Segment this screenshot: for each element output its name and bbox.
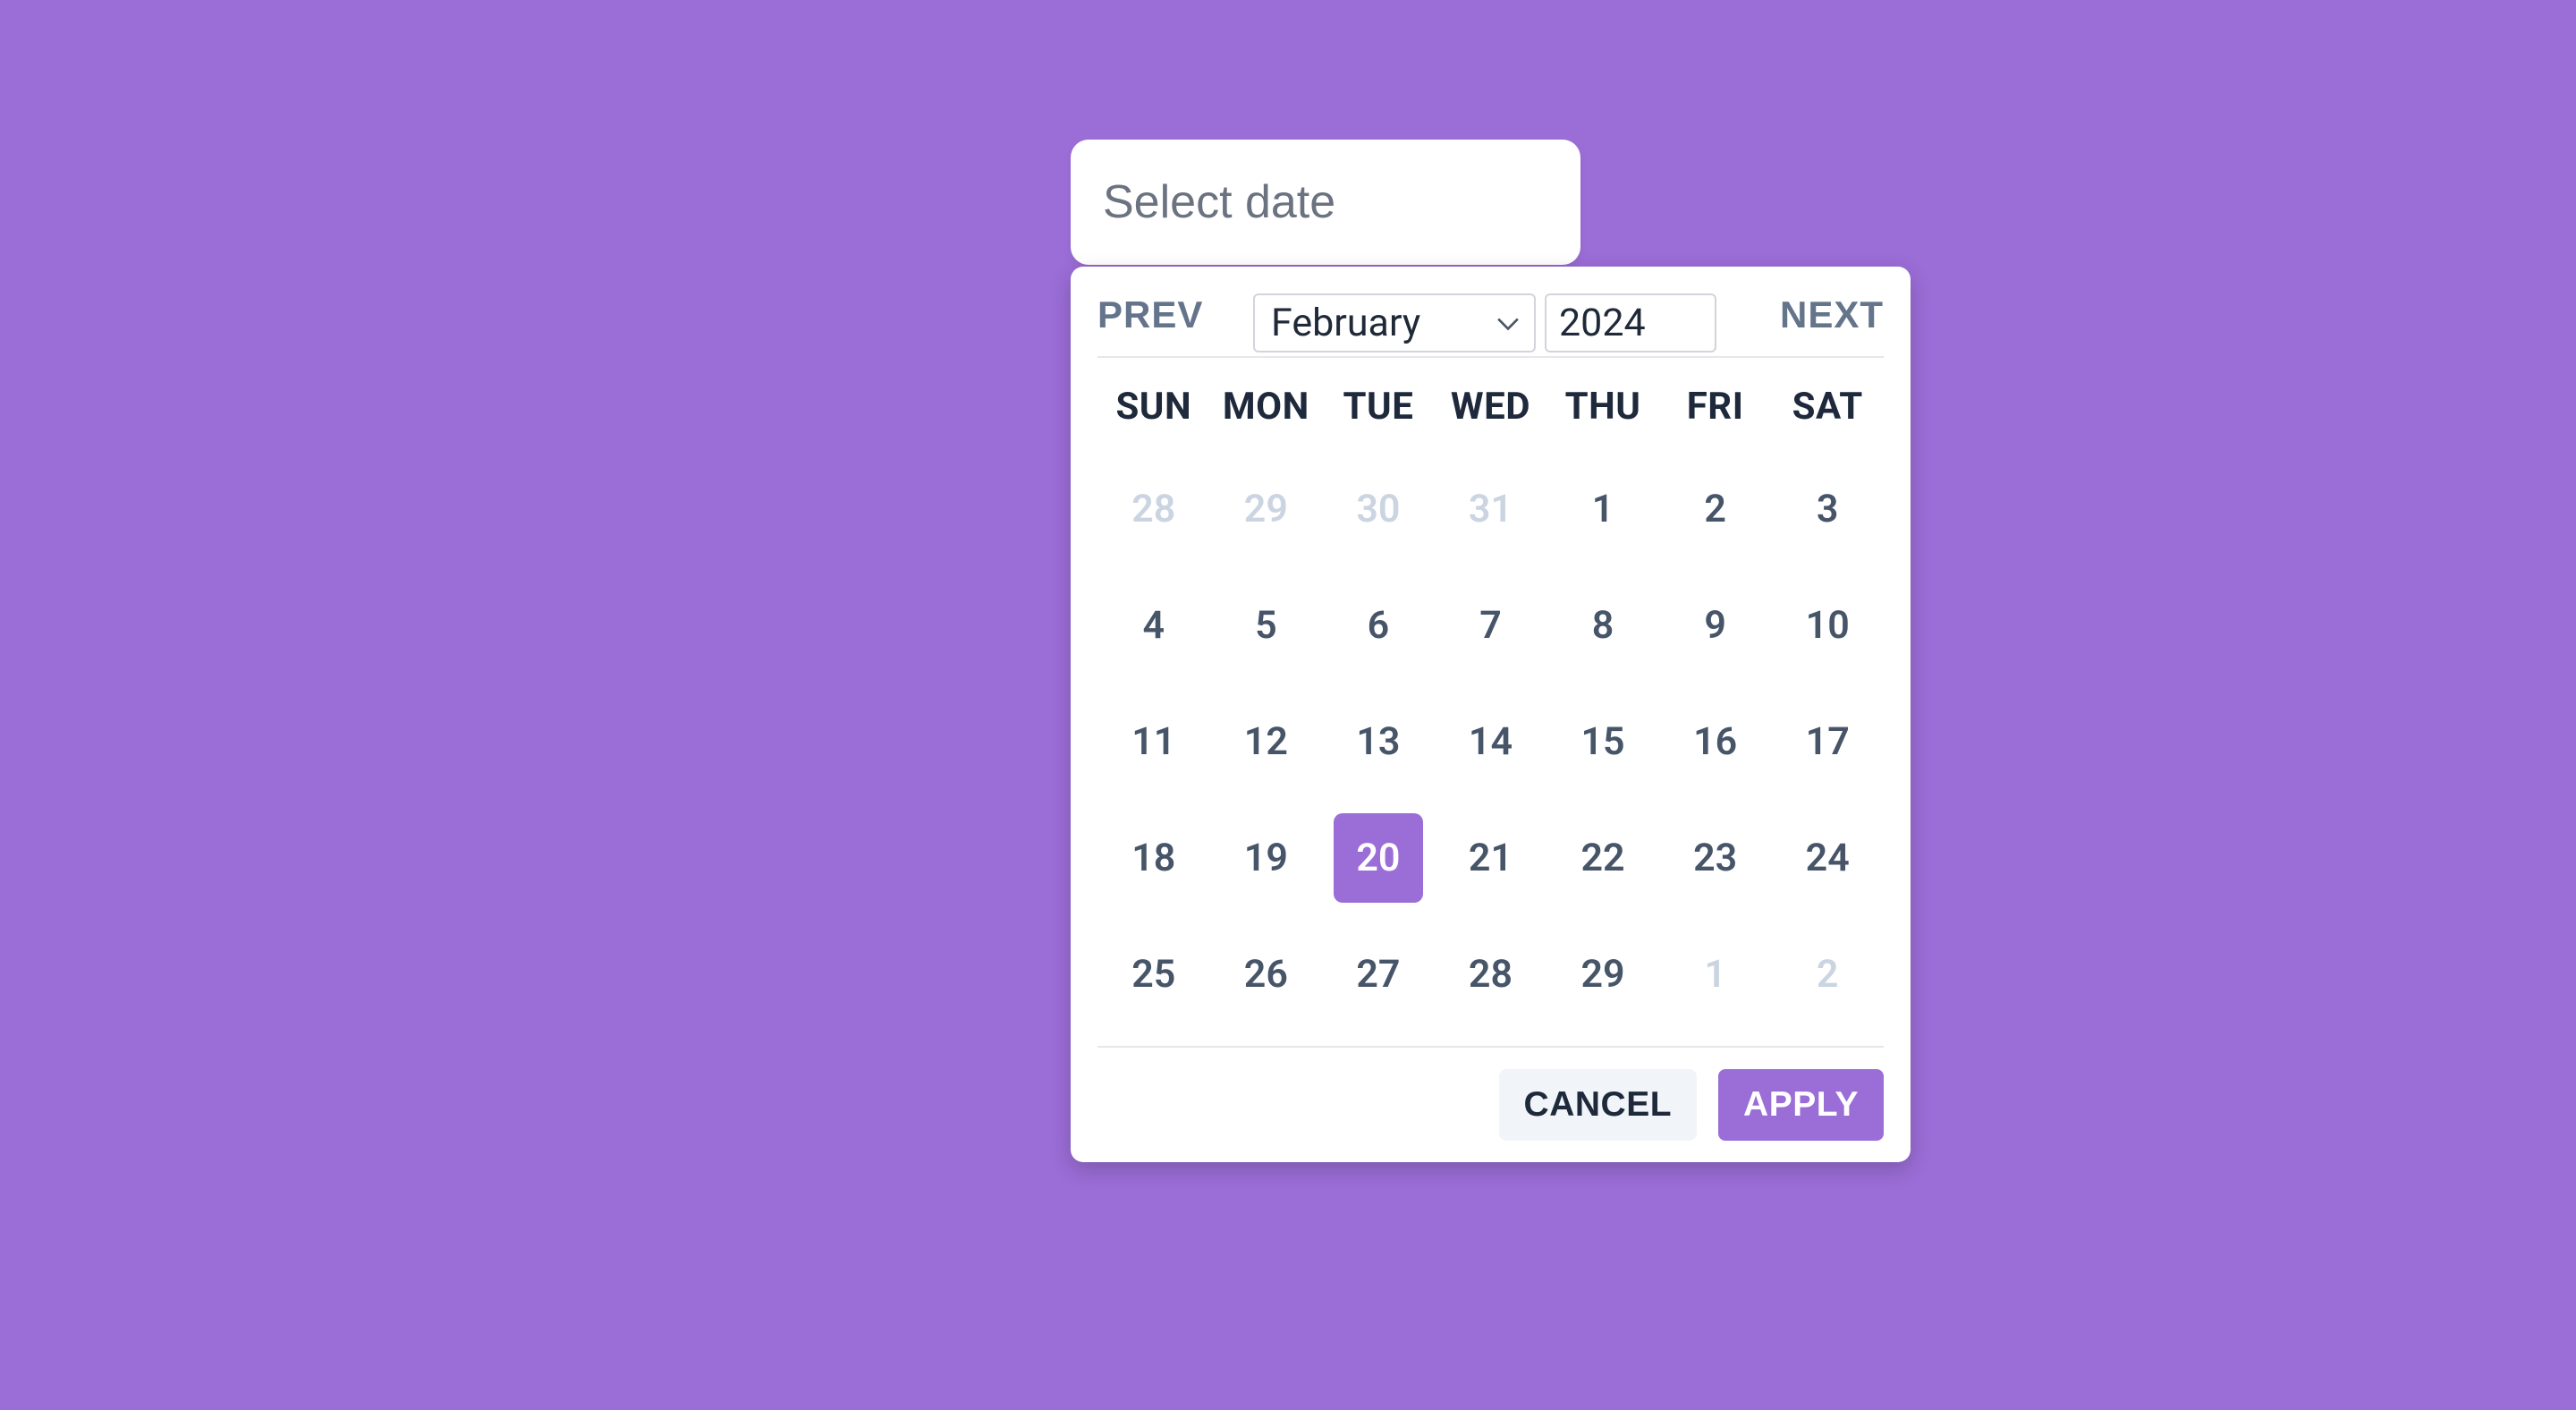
day-cell[interactable]: 25 bbox=[1097, 930, 1210, 1019]
day-number: 7 bbox=[1435, 581, 1547, 670]
day-cell[interactable]: 29 bbox=[1210, 464, 1323, 554]
day-cell[interactable]: 23 bbox=[1659, 813, 1772, 903]
weekday-fri: FRI bbox=[1659, 385, 1772, 429]
day-number: 8 bbox=[1546, 581, 1659, 670]
day-cell[interactable]: 28 bbox=[1435, 930, 1547, 1019]
day-cell[interactable]: 6 bbox=[1322, 581, 1435, 670]
day-cell[interactable]: 1 bbox=[1659, 930, 1772, 1019]
day-number: 3 bbox=[1771, 464, 1884, 554]
day-number: 23 bbox=[1659, 813, 1772, 903]
day-cell[interactable]: 9 bbox=[1659, 581, 1772, 670]
day-cell[interactable]: 20 bbox=[1322, 813, 1435, 903]
day-cell[interactable]: 16 bbox=[1659, 697, 1772, 786]
day-cell[interactable]: 26 bbox=[1210, 930, 1323, 1019]
day-number: 18 bbox=[1097, 813, 1210, 903]
day-cell[interactable]: 30 bbox=[1322, 464, 1435, 554]
day-cell[interactable]: 18 bbox=[1097, 813, 1210, 903]
day-cell[interactable]: 21 bbox=[1435, 813, 1547, 903]
day-cell[interactable]: 29 bbox=[1546, 930, 1659, 1019]
day-number: 6 bbox=[1322, 581, 1435, 670]
day-cell[interactable]: 1 bbox=[1546, 464, 1659, 554]
day-number: 10 bbox=[1771, 581, 1884, 670]
day-number: 27 bbox=[1322, 930, 1435, 1019]
day-number: 12 bbox=[1210, 697, 1323, 786]
weekday-thu: THU bbox=[1546, 385, 1659, 429]
month-select-wrapper: February bbox=[1253, 293, 1536, 352]
day-cell[interactable]: 2 bbox=[1659, 464, 1772, 554]
day-number: 25 bbox=[1097, 930, 1210, 1019]
day-number: 28 bbox=[1435, 930, 1547, 1019]
day-cell[interactable]: 4 bbox=[1097, 581, 1210, 670]
calendar-footer: CANCEL APPLY bbox=[1097, 1046, 1884, 1141]
day-cell[interactable]: 3 bbox=[1771, 464, 1884, 554]
day-number: 30 bbox=[1322, 464, 1435, 554]
day-number: 1 bbox=[1659, 930, 1772, 1019]
weekday-wed: WED bbox=[1435, 385, 1547, 429]
day-number: 4 bbox=[1097, 581, 1210, 670]
year-input[interactable] bbox=[1545, 293, 1716, 352]
date-input[interactable] bbox=[1071, 140, 1580, 265]
day-number: 17 bbox=[1771, 697, 1884, 786]
weekday-sun: SUN bbox=[1097, 385, 1210, 429]
day-cell[interactable]: 10 bbox=[1771, 581, 1884, 670]
month-year-group: February bbox=[1253, 293, 1716, 352]
day-cell[interactable]: 24 bbox=[1771, 813, 1884, 903]
day-cell[interactable]: 17 bbox=[1771, 697, 1884, 786]
day-number: 21 bbox=[1435, 813, 1547, 903]
day-number: 13 bbox=[1322, 697, 1435, 786]
day-number: 9 bbox=[1659, 581, 1772, 670]
calendar-header: PREV February NEXT bbox=[1097, 293, 1884, 358]
day-number: 22 bbox=[1546, 813, 1659, 903]
day-number: 2 bbox=[1771, 930, 1884, 1019]
weekday-row: SUN MON TUE WED THU FRI SAT bbox=[1097, 358, 1884, 437]
day-number: 20 bbox=[1334, 813, 1423, 903]
day-cell[interactable]: 14 bbox=[1435, 697, 1547, 786]
month-select[interactable]: February bbox=[1253, 293, 1536, 352]
day-cell[interactable]: 19 bbox=[1210, 813, 1323, 903]
next-month-button[interactable]: NEXT bbox=[1780, 293, 1884, 336]
prev-month-button[interactable]: PREV bbox=[1097, 293, 1203, 336]
days-grid: 2829303112345678910111213141516171819202… bbox=[1097, 437, 1884, 1046]
weekday-sat: SAT bbox=[1771, 385, 1884, 429]
day-cell[interactable]: 8 bbox=[1546, 581, 1659, 670]
day-number: 24 bbox=[1771, 813, 1884, 903]
day-cell[interactable]: 5 bbox=[1210, 581, 1323, 670]
day-number: 1 bbox=[1546, 464, 1659, 554]
cancel-button[interactable]: CANCEL bbox=[1499, 1069, 1698, 1141]
day-cell[interactable]: 2 bbox=[1771, 930, 1884, 1019]
day-cell[interactable]: 28 bbox=[1097, 464, 1210, 554]
day-number: 26 bbox=[1210, 930, 1323, 1019]
day-cell[interactable]: 12 bbox=[1210, 697, 1323, 786]
day-number: 14 bbox=[1435, 697, 1547, 786]
day-number: 29 bbox=[1546, 930, 1659, 1019]
day-number: 16 bbox=[1659, 697, 1772, 786]
day-cell[interactable]: 22 bbox=[1546, 813, 1659, 903]
day-number: 15 bbox=[1546, 697, 1659, 786]
weekday-tue: TUE bbox=[1322, 385, 1435, 429]
day-number: 19 bbox=[1210, 813, 1323, 903]
day-cell[interactable]: 15 bbox=[1546, 697, 1659, 786]
day-number: 5 bbox=[1210, 581, 1323, 670]
day-cell[interactable]: 11 bbox=[1097, 697, 1210, 786]
day-number: 2 bbox=[1659, 464, 1772, 554]
day-number: 31 bbox=[1435, 464, 1547, 554]
day-cell[interactable]: 27 bbox=[1322, 930, 1435, 1019]
calendar-panel: PREV February NEXT SUN MON TUE WED THU F… bbox=[1071, 267, 1911, 1162]
day-cell[interactable]: 7 bbox=[1435, 581, 1547, 670]
day-number: 11 bbox=[1097, 697, 1210, 786]
day-number: 28 bbox=[1097, 464, 1210, 554]
apply-button[interactable]: APPLY bbox=[1718, 1069, 1884, 1141]
day-cell[interactable]: 13 bbox=[1322, 697, 1435, 786]
day-number: 29 bbox=[1210, 464, 1323, 554]
weekday-mon: MON bbox=[1210, 385, 1323, 429]
day-cell[interactable]: 31 bbox=[1435, 464, 1547, 554]
